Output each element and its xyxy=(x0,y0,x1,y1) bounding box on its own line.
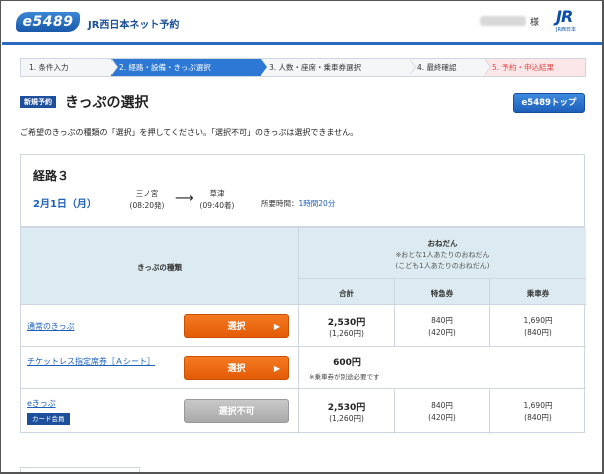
departure-station-name: 三ノ宮 xyxy=(135,189,159,198)
duration-label: 所要時間： xyxy=(261,199,299,208)
header-divider xyxy=(2,42,602,45)
select-button-label: 選択 xyxy=(227,364,246,374)
fare-price-cell: 1,690円 (840円) xyxy=(490,305,586,347)
e5489-top-button[interactable]: e5489トップ xyxy=(513,93,585,113)
total-price-child: (1,260円) xyxy=(329,414,364,423)
ticket-name-link[interactable]: eきっぷ xyxy=(27,398,56,409)
step-label: 4. 最終確認 xyxy=(417,63,457,72)
step-label: 2. 経路・設備・きっぷ選択 xyxy=(119,63,211,72)
total-price: 2,530円 xyxy=(327,318,366,328)
fare-price: 1,690円 xyxy=(523,401,553,410)
user-suffix: 様 xyxy=(530,17,540,28)
ticket-table: きっぷの種類 おねだん ※おとな1人あたりのおねだん (こども1人あたりのおねだ… xyxy=(20,227,586,434)
col-header-fare: 乗車券 xyxy=(490,279,586,305)
chevron-right-icon: ▶ xyxy=(273,364,280,373)
express-price-cell: 840円 (420円) xyxy=(395,389,490,434)
select-disabled-button: 選択不可 xyxy=(184,399,289,423)
table-row: チケットレス指定席券［Ａシート］ 選択 ▶ xyxy=(21,347,299,389)
card-member-badge: カード会員 xyxy=(27,413,70,425)
step-label: 1. 条件入力 xyxy=(29,63,69,72)
select-button-label: 選択 xyxy=(227,322,246,332)
route-summary: 経路３ 2月1日（月） 三ノ宮 (08:20発) ⟶ 草津 (09:40着) 所… xyxy=(20,154,585,227)
step-5: 5. 予約・申込結果 xyxy=(484,59,585,76)
price-note-child: (こども1人あたりのおねだん) xyxy=(395,262,490,270)
total-price-child: (1,260円) xyxy=(329,329,364,338)
arrival-station: 草津 (09:40着) xyxy=(189,188,245,212)
price-header-label: おねだん xyxy=(427,239,458,248)
select-button[interactable]: 選択 ▶ xyxy=(184,356,289,380)
step-2: 2. 経路・設備・きっぷ選択 xyxy=(111,59,267,76)
total-price: 2,530円 xyxy=(327,403,366,413)
site-title: JR西日本ネット予約 xyxy=(88,20,180,31)
ticket-name-link[interactable]: 通常のきっぷ xyxy=(27,321,74,332)
e5489-logo[interactable]: e5489 xyxy=(16,12,80,32)
col-header-total-label: 合計 xyxy=(339,289,354,298)
chevron-right-icon: ▶ xyxy=(273,322,280,331)
total-price-cell: 600円 ※乗車券が別途必要です xyxy=(299,347,586,389)
fare-price-cell: 1,690円 (840円) xyxy=(490,389,586,434)
step-label: 5. 予約・申込結果 xyxy=(492,63,555,72)
user-area: 様 xyxy=(480,14,539,28)
col-header-ticket-type: きっぷの種類 xyxy=(21,228,299,305)
express-price: 840円 xyxy=(431,316,453,325)
departure-time: (08:20発) xyxy=(129,201,165,210)
jr-logo-text: JR xyxy=(556,7,573,26)
instruction-text: ご希望のきっぷの種類の「選択」を押してください。「選択不可」のきっぷは選択できま… xyxy=(20,128,359,137)
express-price-child: (420円) xyxy=(428,413,456,422)
departure-station: 三ノ宮 (08:20発) xyxy=(119,188,175,212)
price-note-adult: ※おとな1人あたりのおねだん xyxy=(395,251,490,259)
page-title: きっぷの選択 xyxy=(65,95,149,111)
arrival-station-name: 草津 xyxy=(209,189,225,198)
fare-price-child: (840円) xyxy=(524,413,552,422)
price-note: ※乗車券が別途必要です xyxy=(309,373,380,381)
select-button[interactable]: 選択 ▶ xyxy=(184,314,289,338)
fare-price: 1,690円 xyxy=(523,316,553,325)
total-price-cell: 2,530円 (1,260円) xyxy=(299,389,395,434)
browser-frame: e5489 JR西日本ネット予約 様 JR JR西日本 1. 条件入力 2. 経… xyxy=(0,0,604,474)
next-section-edge xyxy=(20,467,140,472)
col-header-total: 合計 xyxy=(299,279,395,305)
express-price: 840円 xyxy=(431,401,453,410)
arrival-time: (09:40着) xyxy=(199,201,235,210)
new-reservation-badge: 新規予約 xyxy=(20,96,56,108)
duration: 所要時間：1時間20分 xyxy=(261,198,335,209)
fare-price-child: (840円) xyxy=(524,328,552,337)
jr-logo-subtext: JR西日本 xyxy=(556,27,576,33)
col-header-ticket-type-label: きっぷの種類 xyxy=(137,263,182,272)
col-header-express: 特急券 xyxy=(395,279,490,305)
user-name-redacted xyxy=(480,16,526,26)
total-price-cell: 2,530円 (1,260円) xyxy=(299,305,395,347)
col-header-express-label: 特急券 xyxy=(430,289,454,298)
ticket-name-link[interactable]: チケットレス指定席券［Ａシート］ xyxy=(27,356,155,367)
route-name: 経路３ xyxy=(33,169,70,183)
step-3: 3. 人数・座席・乗車券選択 xyxy=(261,59,416,76)
col-header-price: おねだん ※おとな1人あたりのおねだん (こども1人あたりのおねだん) xyxy=(299,228,586,279)
step-4: 4. 最終確認 xyxy=(409,59,491,76)
site-header: e5489 JR西日本ネット予約 様 JR JR西日本 xyxy=(2,2,602,42)
step-1: 1. 条件入力 xyxy=(21,59,118,76)
jr-west-logo: JR JR西日本 xyxy=(556,8,588,36)
express-price-child: (420円) xyxy=(428,328,456,337)
duration-value: 1時間20分 xyxy=(298,199,336,208)
table-row: 通常のきっぷ 選択 ▶ xyxy=(21,305,299,347)
step-label: 3. 人数・座席・乗車券選択 xyxy=(269,63,362,72)
total-price: 600円 xyxy=(333,358,361,368)
express-price-cell: 840円 (420円) xyxy=(395,305,490,347)
progress-steps: 1. 条件入力 2. 経路・設備・きっぷ選択 3. 人数・座席・乗車券選択 4.… xyxy=(20,58,586,77)
table-row: eきっぷ カード会員 選択不可 xyxy=(21,389,299,434)
route-date: 2月1日（月） xyxy=(33,199,97,210)
col-header-fare-label: 乗車券 xyxy=(526,289,550,298)
